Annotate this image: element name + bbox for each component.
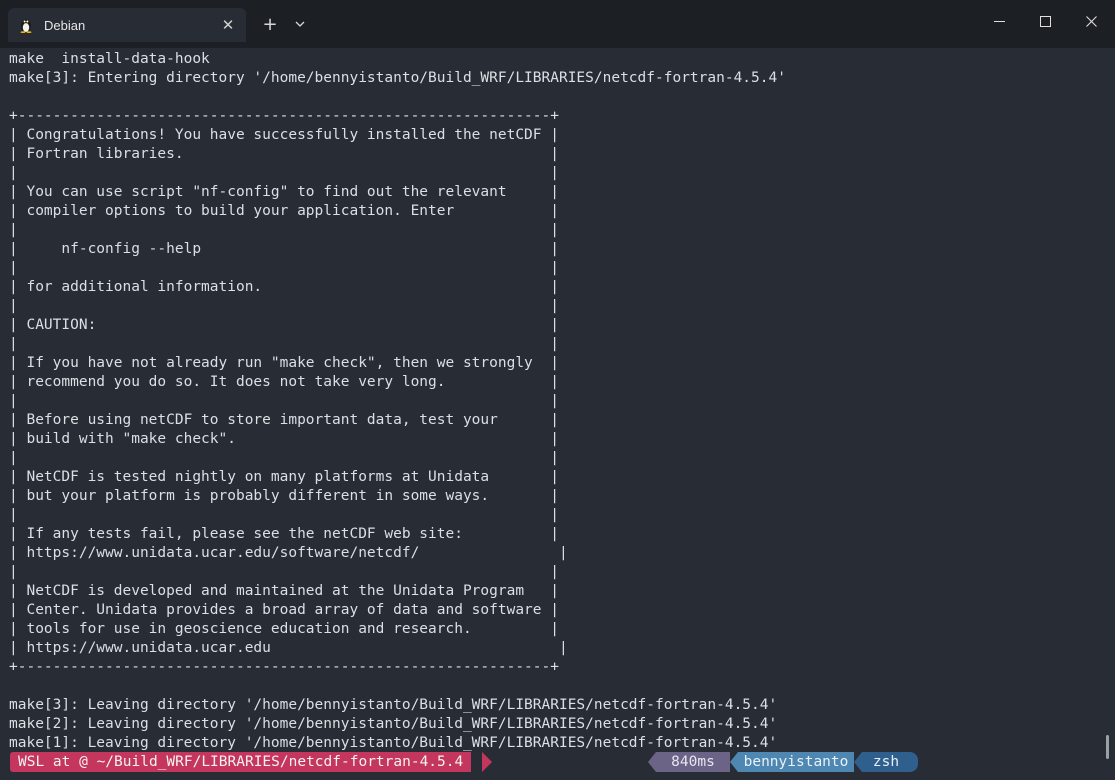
terminal-line: | You can use script "nf-config" to find… — [9, 184, 559, 200]
terminal-line: | | — [9, 450, 559, 466]
terminal-line: | | — [9, 222, 559, 238]
maximize-button[interactable] — [1022, 6, 1068, 36]
terminal-line: | Fortran libraries. | — [9, 146, 559, 162]
terminal-line: | https://www.unidata.ucar.edu | — [9, 640, 568, 656]
maximize-icon — [1039, 15, 1051, 27]
chevron-down-icon — [295, 21, 305, 27]
new-tab-button[interactable]: + — [258, 12, 282, 36]
prompt-duration-segment: 840ms — [656, 752, 730, 772]
terminal-line: make[3]: Leaving directory '/home/bennyi… — [9, 697, 778, 713]
terminal-line: make[2]: Leaving directory '/home/bennyi… — [9, 716, 778, 732]
tab-debian[interactable]: Debian ✕ — [8, 8, 246, 42]
terminal-line: | | — [9, 165, 559, 181]
terminal-line: | | — [9, 298, 559, 314]
terminal-line: make install-data-hook — [9, 51, 210, 67]
terminal-line: make[1]: Leaving directory '/home/bennyi… — [9, 735, 778, 751]
powerline-arrow — [482, 752, 492, 772]
terminal-output[interactable]: make install-data-hook make[3]: Entering … — [0, 48, 1105, 752]
terminal-line: | for additional information. | — [9, 279, 559, 295]
terminal-line: | NetCDF is tested nightly on many platf… — [9, 469, 559, 485]
shell-prompt: WSL at @ ~/Build_WRF/LIBRARIES/netcdf-fo… — [0, 752, 1115, 772]
close-window-button[interactable] — [1068, 6, 1114, 36]
prompt-shell-segment: zsh — [862, 752, 910, 772]
prompt-path-segment: WSL at @ ~/Build_WRF/LIBRARIES/netcdf-fo… — [10, 752, 472, 772]
tab-dropdown-button[interactable] — [288, 12, 312, 36]
terminal-line: +---------------------------------------… — [9, 108, 559, 124]
close-icon — [1085, 15, 1097, 27]
terminal-line: | | — [9, 564, 559, 580]
terminal-line: | CAUTION: | — [9, 317, 559, 333]
terminal-line: | | — [9, 393, 559, 409]
terminal-line: | compiler options to build your applica… — [9, 203, 559, 219]
title-bar: Debian ✕ + — [0, 0, 1115, 48]
terminal-line: | Center. Unidata provides a broad array… — [9, 602, 559, 618]
powerline-arrow — [854, 752, 862, 772]
terminal-line: | https://www.unidata.ucar.edu/software/… — [9, 545, 568, 561]
terminal-line: | nf-config --help | — [9, 241, 559, 257]
terminal-line: | Before using netCDF to store important… — [9, 412, 559, 428]
terminal-line: | recommend you do so. It does not take … — [9, 374, 559, 390]
terminal-line: | Congratulations! You have successfully… — [9, 127, 559, 143]
terminal-line: | tools for use in geoscience education … — [9, 621, 559, 637]
minimize-icon — [993, 20, 1005, 22]
terminal-window: Debian ✕ + make install-data-hook make[3… — [0, 0, 1115, 780]
terminal-line: +---------------------------------------… — [9, 659, 559, 675]
terminal-line: | | — [9, 336, 559, 352]
terminal-line: | If you have not already run "make chec… — [9, 355, 559, 371]
powerline-cap — [910, 752, 918, 772]
terminal-line: | build with "make check". | — [9, 431, 559, 447]
terminal-line: make[3]: Entering directory '/home/benny… — [9, 70, 786, 86]
powerline-arrow — [730, 752, 738, 772]
tab-title: Debian — [44, 17, 86, 33]
terminal-line: | but your platform is probably differen… — [9, 488, 559, 504]
terminal-line: | | — [9, 507, 559, 523]
terminal-line: | If any tests fail, please see the netC… — [9, 526, 559, 542]
terminal-line: | | — [9, 260, 559, 276]
tab-close-button[interactable]: ✕ — [216, 13, 240, 37]
prompt-user-segment: bennyistanto — [738, 752, 854, 772]
tux-penguin-icon — [18, 17, 34, 33]
minimize-button[interactable] — [976, 6, 1022, 36]
terminal-line: | NetCDF is developed and maintained at … — [9, 583, 559, 599]
powerline-arrow — [648, 752, 656, 772]
